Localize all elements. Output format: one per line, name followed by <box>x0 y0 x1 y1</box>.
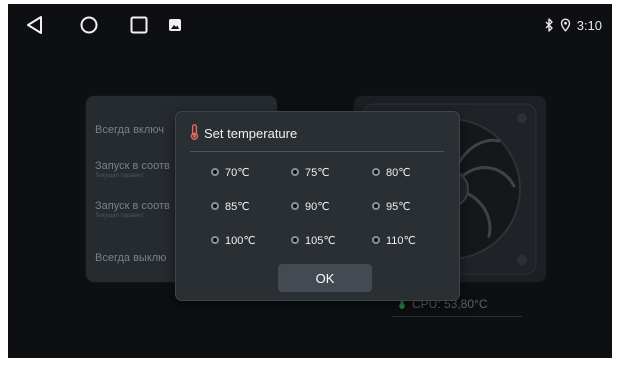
radio-button-icon[interactable] <box>372 168 380 176</box>
radio-button-icon[interactable] <box>211 168 219 176</box>
temperature-option-label: 70℃ <box>225 166 250 179</box>
set-temperature-dialog: Set temperature 70℃ 75℃ 80℃ 85℃ 90℃ 95℃ <box>176 112 459 300</box>
temperature-option-105[interactable]: 105℃ <box>291 232 336 248</box>
dialog-divider <box>190 151 444 152</box>
fan-mode-option-label: Всегда включ <box>95 124 165 136</box>
ok-button[interactable]: OK <box>278 264 372 292</box>
divider <box>392 316 522 317</box>
temperature-option-95[interactable]: 95℃ <box>372 198 411 214</box>
fan-mode-option-label: Запуск в соотв <box>95 200 170 212</box>
fan-mode-option[interactable]: Запуск в соотв Текущая парамет <box>95 200 170 219</box>
home-circle-icon[interactable] <box>78 14 100 36</box>
thermometer-icon <box>190 123 199 143</box>
temperature-option-90[interactable]: 90℃ <box>291 198 330 214</box>
temperature-option-80[interactable]: 80℃ <box>372 164 411 180</box>
radio-button-icon[interactable] <box>291 202 299 210</box>
radio-button-icon[interactable] <box>211 202 219 210</box>
location-icon <box>560 18 571 32</box>
fan-mode-option-label: Всегда выклю <box>95 252 167 264</box>
dialog-title-text: Set temperature <box>204 125 298 141</box>
status-time: 3:10 <box>576 17 602 33</box>
temperature-option-label: 110℃ <box>386 234 416 247</box>
fan-mode-option-sublabel: Текущая парамет <box>95 213 144 219</box>
dialog-title: Set temperature <box>190 123 298 143</box>
temperature-option-label: 105℃ <box>305 234 336 247</box>
fan-mode-option[interactable]: Запуск в соотв Текущая парамет <box>95 160 170 179</box>
radio-button-icon[interactable] <box>372 236 380 244</box>
temperature-option-label: 90℃ <box>305 200 330 213</box>
temperature-option-110[interactable]: 110℃ <box>372 232 416 248</box>
radio-button-icon[interactable] <box>211 236 219 244</box>
bluetooth-icon <box>544 18 554 32</box>
temperature-option-100[interactable]: 100℃ <box>211 232 256 248</box>
radio-button-icon[interactable] <box>372 202 380 210</box>
device-screen: 3:10 Всегда включ Запуск в соотв Текущая… <box>8 4 612 358</box>
fan-mode-option-sublabel: Текущая парамет <box>95 173 144 179</box>
temperature-option-75[interactable]: 75℃ <box>291 164 330 180</box>
temperature-option-label: 85℃ <box>225 200 250 213</box>
temperature-option-label: 95℃ <box>386 200 411 213</box>
fan-mode-option-label: Запуск в соотв <box>95 160 170 172</box>
fan-mode-option[interactable]: Всегда включ <box>95 124 164 136</box>
status-bar: 3:10 <box>8 4 612 44</box>
temperature-option-label: 100℃ <box>225 234 256 247</box>
temperature-option-label: 75℃ <box>305 166 330 179</box>
radio-button-icon[interactable] <box>291 168 299 176</box>
fan-mode-option[interactable]: Всегда выклю <box>95 252 166 264</box>
radio-button-icon[interactable] <box>291 236 299 244</box>
recent-apps-square-icon[interactable] <box>128 14 150 36</box>
temperature-option-70[interactable]: 70℃ <box>211 164 250 180</box>
temperature-option-label: 80℃ <box>386 166 411 179</box>
screenshot-icon[interactable] <box>168 18 182 32</box>
back-triangle-icon[interactable] <box>24 14 46 36</box>
status-indicators: 3:10 <box>544 16 602 34</box>
temperature-option-85[interactable]: 85℃ <box>211 198 250 214</box>
